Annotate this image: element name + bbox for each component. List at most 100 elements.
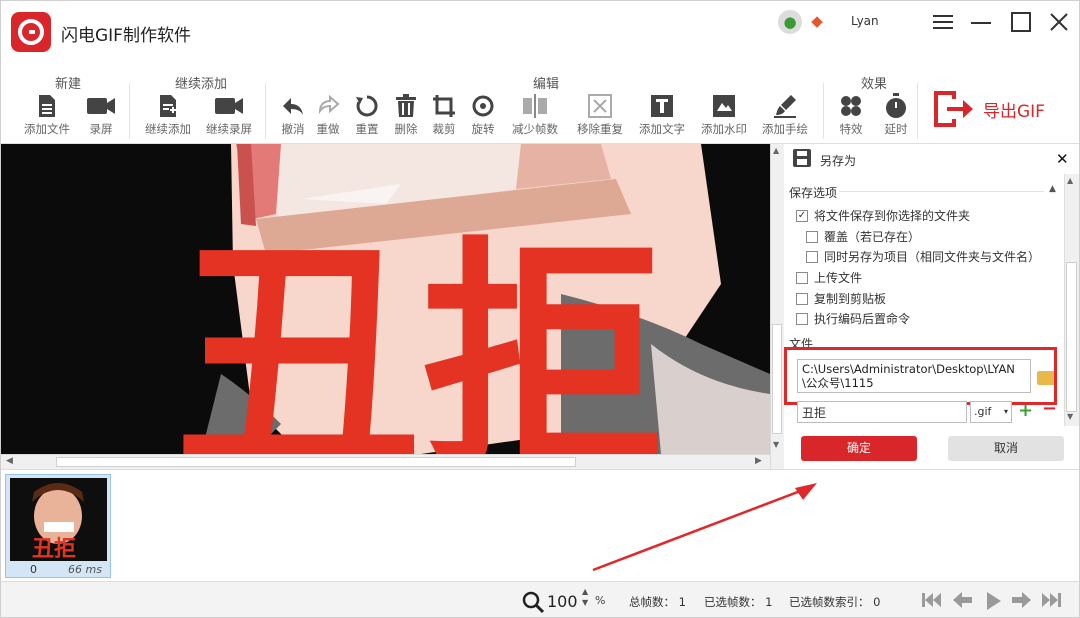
video-camera-icon (70, 93, 132, 119)
next-frame-icon[interactable] (1010, 591, 1032, 613)
wechat-icon[interactable]: ● (778, 10, 802, 34)
option-label: 同时另存为项目（相同文件夹与文件名） (824, 250, 1041, 264)
brush-icon (754, 93, 816, 119)
title-bar: 闪电GIF制作软件 ● ◆ Lyan (1, 1, 1079, 69)
group-continue-label: 继续添加 (174, 77, 227, 92)
app-window: 闪电GIF制作软件 ● ◆ Lyan 新建 继续添加 编辑 效果 添加文件 录屏 (0, 0, 1080, 618)
collapse-chevron-icon[interactable]: ▲ (1049, 184, 1056, 194)
add-text-button[interactable]: 添加文字 (631, 93, 693, 143)
checkbox[interactable] (796, 271, 808, 284)
scroll-down-icon[interactable]: ▼ (773, 440, 779, 449)
vip-diamond-icon[interactable]: ◆ (809, 13, 825, 29)
checkbox[interactable] (796, 292, 808, 305)
highlight-annotation (784, 347, 1057, 405)
scroll-thumb[interactable] (772, 324, 782, 434)
option-label: 上传文件 (814, 271, 863, 285)
magnifier-icon[interactable] (521, 590, 545, 614)
plus-icon[interactable]: + (1018, 400, 1033, 421)
checkbox[interactable] (806, 230, 818, 243)
scroll-left-icon[interactable]: ◀ (6, 456, 13, 466)
frame-index: 0 (30, 563, 37, 576)
zoom-stepper[interactable]: ▲ ▼ (582, 586, 588, 608)
first-frame-icon[interactable] (921, 591, 943, 613)
option-copy-clipboard[interactable]: 复制到剪贴板 (796, 290, 886, 307)
continue-add-button[interactable]: 继续添加 (137, 93, 199, 143)
canvas-horizontal-scrollbar[interactable]: ◀ ▶ (1, 454, 770, 469)
extension-value: .gif (974, 405, 992, 418)
export-gif-button[interactable]: 导出GIF (931, 87, 1061, 131)
scroll-thumb[interactable] (1066, 262, 1077, 412)
reduce-frames-button[interactable]: 减少帧数 (504, 93, 566, 143)
group-edit-label: 编辑 (532, 77, 559, 92)
option-label: 覆盖（若已存在） (824, 230, 921, 244)
extension-select[interactable]: .gif ▾ (970, 401, 1012, 423)
scroll-up-icon[interactable]: ▲ (1067, 176, 1073, 185)
checkbox[interactable] (796, 312, 808, 325)
scroll-down-icon[interactable]: ▼ (1067, 412, 1073, 421)
play-icon[interactable] (985, 591, 1003, 615)
add-watermark-label: 添加水印 (701, 122, 747, 136)
option-save-as-project[interactable]: 同时另存为项目（相同文件夹与文件名） (806, 248, 1040, 265)
continue-record-label: 继续录屏 (206, 122, 252, 136)
confirm-button[interactable]: 确定 (801, 436, 917, 461)
cancel-button[interactable]: 取消 (948, 436, 1064, 461)
zoom-value[interactable]: 100 (547, 592, 578, 611)
annotation-arrow (592, 483, 817, 572)
maximize-icon[interactable] (1007, 9, 1035, 35)
minimize-icon[interactable] (967, 9, 995, 35)
close-icon[interactable] (1045, 9, 1073, 35)
status-bar: 100 ▲ ▼ % 总帧数： 1 已选帧数： 1 已选帧数索引： 0 (1, 581, 1079, 617)
group-new-label: 新建 (54, 77, 81, 92)
add-drawing-button[interactable]: 添加手绘 (754, 93, 816, 143)
export-gif-label: 导出GIF (983, 101, 1045, 122)
file-add-icon (137, 93, 199, 119)
continue-record-button[interactable]: 继续录屏 (198, 93, 260, 143)
frame-thumbnail-image: 丑拒 (10, 478, 107, 561)
toolbar: 新建 继续添加 编辑 效果 添加文件 录屏 继续添加 继续录屏 撤消 重做 重置… (1, 69, 1079, 144)
zoom-unit: % (595, 594, 606, 607)
add-file-button[interactable]: 添加文件 (16, 93, 78, 143)
gif-canvas[interactable]: 丑拒 (1, 144, 770, 454)
scroll-up-icon[interactable]: ▲ (773, 146, 779, 155)
toolbar-divider (129, 83, 130, 139)
remove-duplicates-button[interactable]: 移除重复 (569, 93, 631, 143)
panel-scrollbar[interactable]: ▲ ▼ (1064, 174, 1079, 426)
record-label: 录屏 (89, 122, 113, 136)
username[interactable]: Lyan (851, 14, 879, 28)
previous-frame-icon[interactable] (952, 591, 974, 613)
thumbnail-caption: 丑拒 (32, 537, 76, 561)
option-upload[interactable]: 上传文件 (796, 269, 862, 286)
menu-icon[interactable] (929, 9, 957, 35)
selected-frames: 已选帧数： 1 (704, 595, 773, 609)
reduce-frames-label: 减少帧数 (512, 122, 558, 136)
option-label: 将文件保存到你选择的文件夹 (814, 209, 971, 223)
checkbox-checked-icon[interactable]: ✓ (796, 209, 808, 222)
add-text-label: 添加文字 (639, 122, 685, 136)
selected-frame-index: 已选帧数索引： 0 (789, 595, 881, 609)
app-title: 闪电GIF制作软件 (61, 26, 191, 46)
minus-icon[interactable]: − (1042, 398, 1057, 419)
frame-duration: 66 ms (68, 563, 102, 576)
continue-add-label: 继续添加 (145, 122, 191, 136)
scroll-thumb[interactable] (56, 457, 576, 467)
option-overwrite[interactable]: 覆盖（若已存在） (806, 228, 920, 245)
option-label: 执行编码后置命令 (814, 312, 911, 326)
canvas-overlay-text: 丑拒 (176, 217, 666, 454)
remove-duplicates-label: 移除重复 (577, 122, 623, 136)
option-post-command[interactable]: 执行编码后置命令 (796, 310, 910, 327)
filename-input[interactable]: 丑拒 (797, 401, 967, 423)
option-save-to-folder[interactable]: ✓ 将文件保存到你选择的文件夹 (796, 207, 970, 224)
add-watermark-button[interactable]: 添加水印 (693, 93, 755, 143)
canvas-vertical-scrollbar[interactable]: ▲ ▼ (770, 144, 784, 469)
frame-thumbnail[interactable]: 丑拒 0 66 ms (5, 474, 111, 578)
close-icon[interactable]: ✕ (1056, 150, 1069, 168)
last-frame-icon[interactable] (1040, 591, 1062, 613)
watermark-icon (693, 93, 755, 119)
file-icon (16, 93, 78, 119)
export-icon (934, 91, 973, 127)
scroll-right-icon[interactable]: ▶ (755, 456, 762, 466)
record-button[interactable]: 录屏 (70, 93, 132, 143)
chevron-down-icon: ▾ (1003, 407, 1008, 416)
checkbox[interactable] (806, 250, 818, 263)
save-options-header: 保存选项 (789, 186, 838, 200)
